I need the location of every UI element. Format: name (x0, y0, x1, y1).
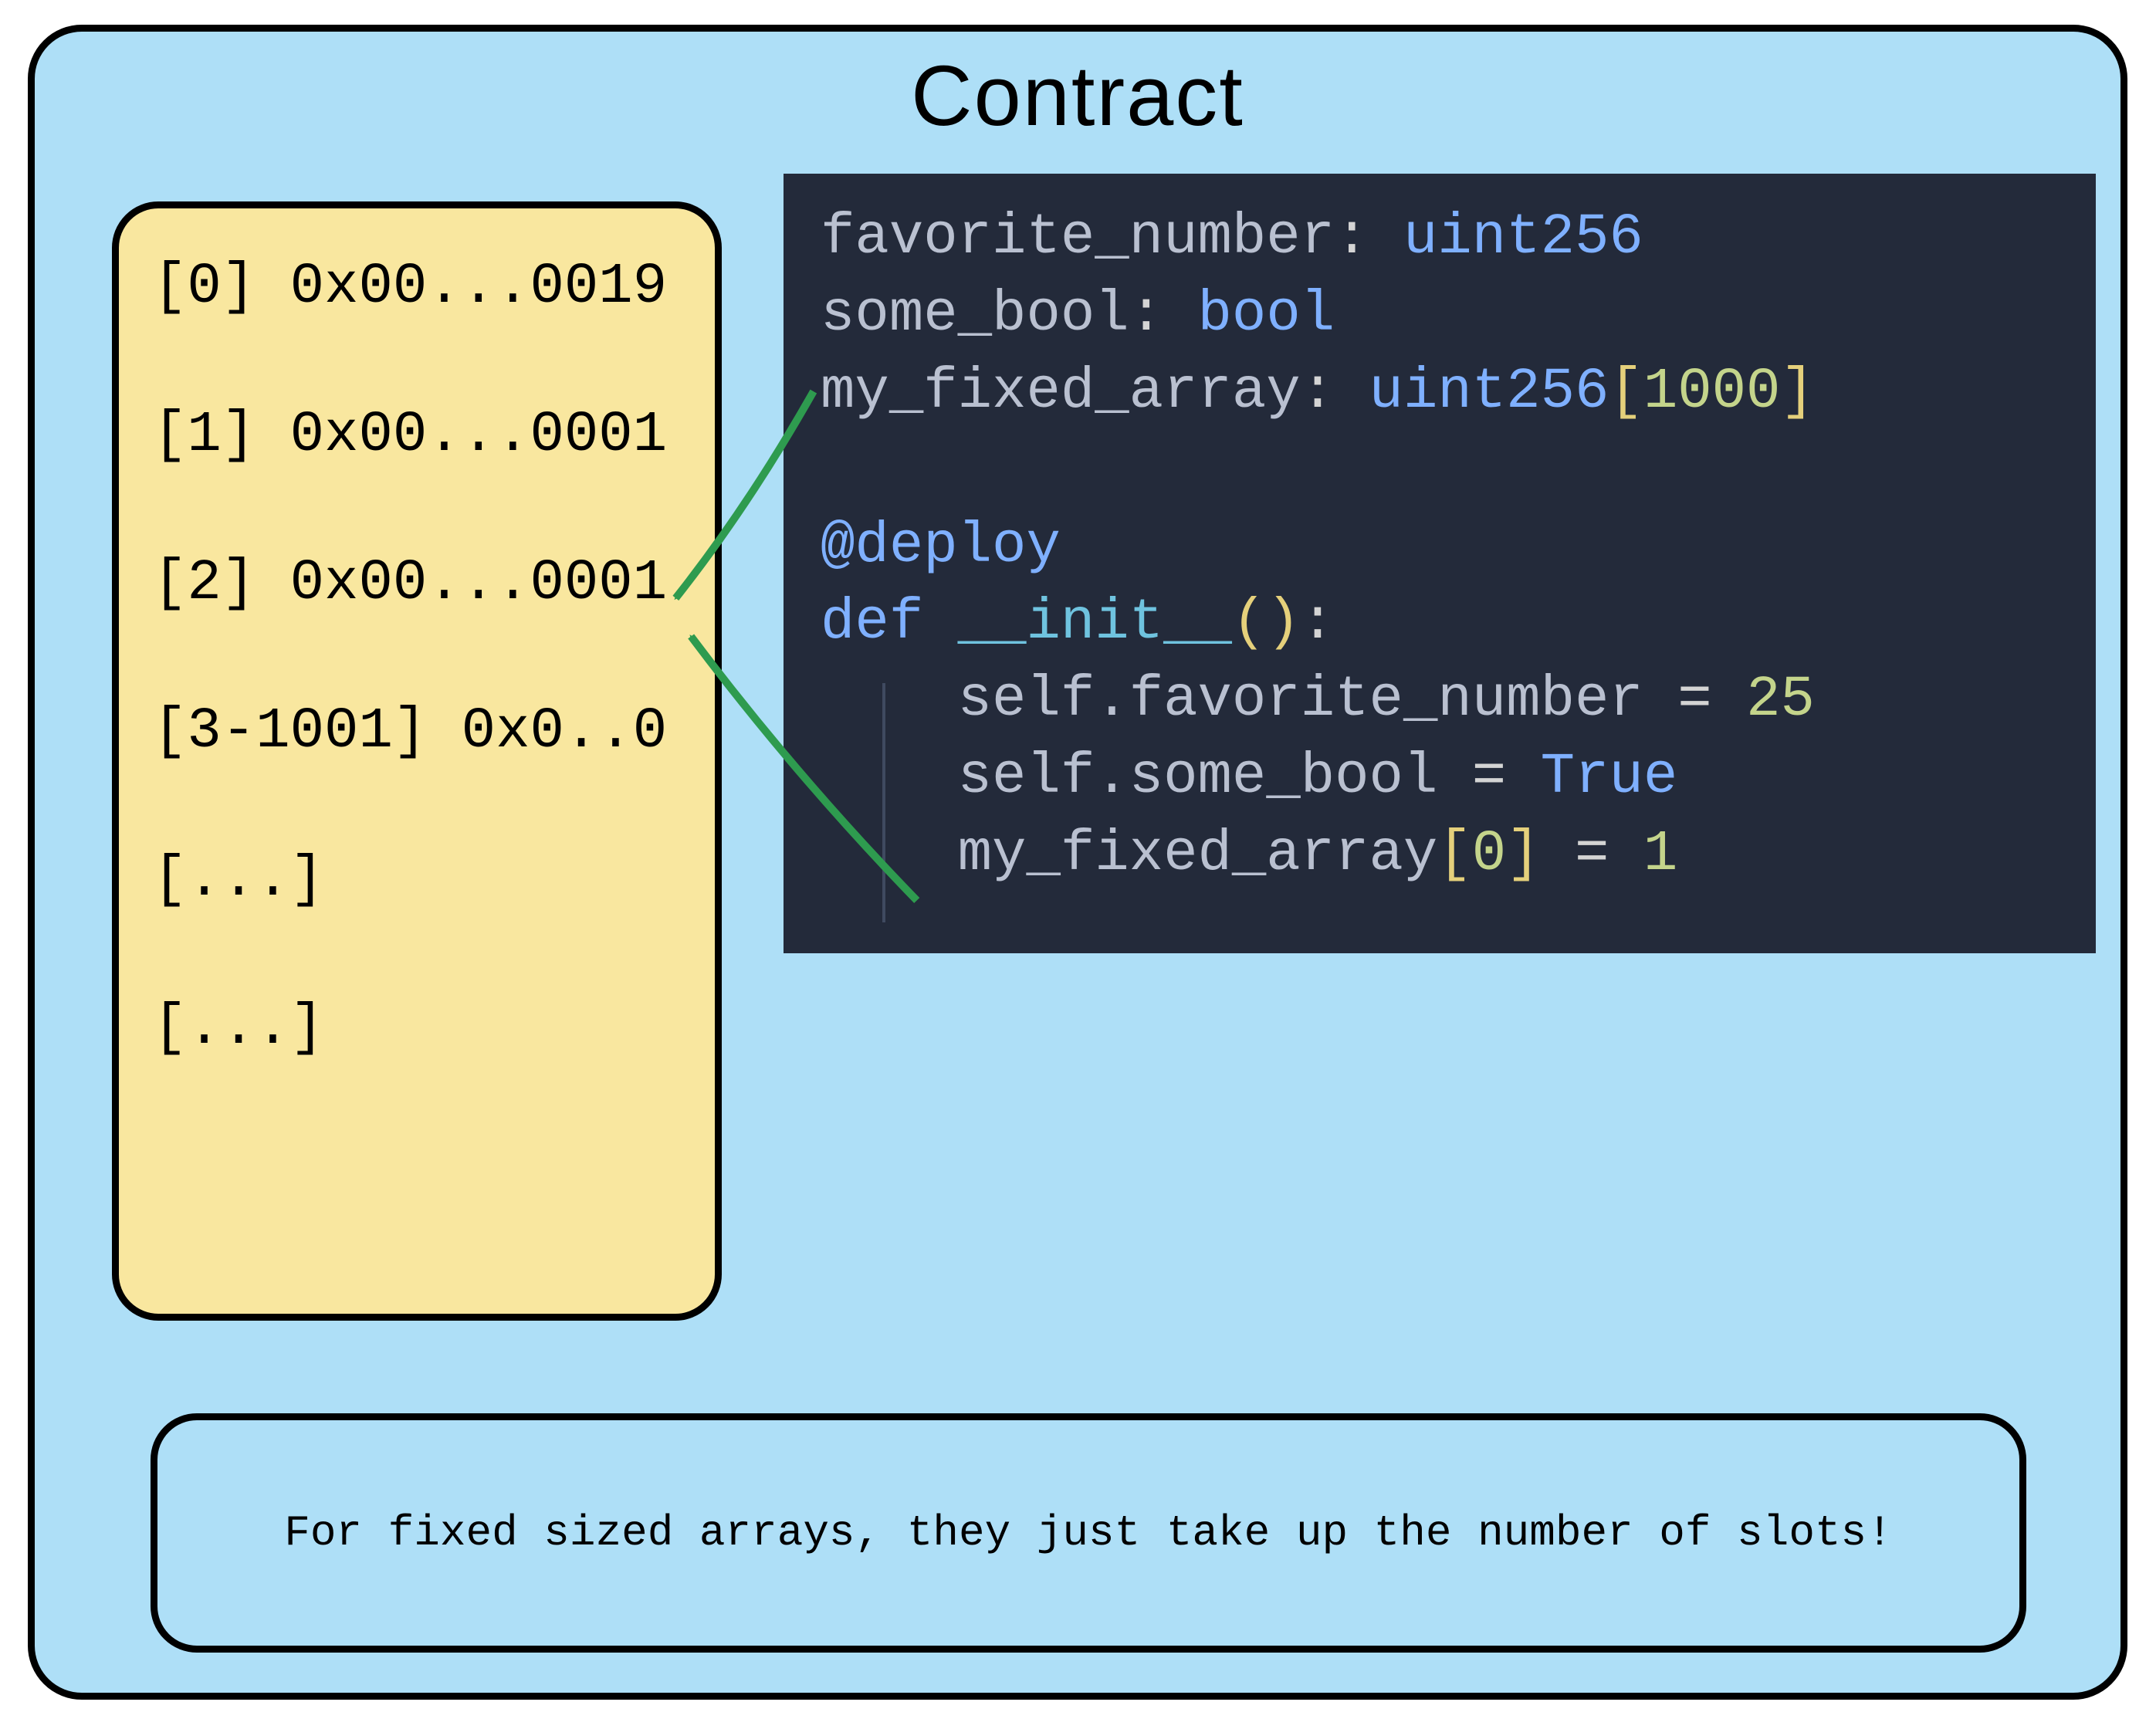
storage-row: [3-1001] 0x0..0 (153, 699, 681, 764)
code-token: bool (1198, 283, 1335, 347)
storage-row: [1] 0x00...0001 (153, 403, 681, 468)
storage-row: [...] (153, 848, 681, 912)
caption-text: For fixed sized arrays, they just take u… (284, 1508, 1893, 1558)
code-token: my_fixed_array (821, 360, 1301, 425)
code-snippet-box: favorite_number: uint256 some_bool: bool… (784, 174, 2096, 953)
code-token: 1 (1643, 822, 1677, 887)
code-token: def (821, 590, 923, 655)
indent-guide (882, 683, 885, 922)
code-token: True (1541, 745, 1678, 810)
code-token: my_fixed_array (958, 822, 1438, 887)
contract-panel: Contract [0] 0x00...0019 [1] 0x00...0001… (28, 25, 2127, 1700)
storage-row: [...] (153, 996, 681, 1061)
diagram-stage: Contract [0] 0x00...0019 [1] 0x00...0001… (0, 0, 2156, 1729)
code-token: uint256 (1369, 360, 1609, 425)
storage-row: [2] 0x00...0001 (153, 551, 681, 616)
code-token: favorite_number (1129, 668, 1643, 733)
code-token: __init__ (958, 590, 1232, 655)
panel-title: Contract (35, 47, 2120, 145)
code-token: 0 (1472, 822, 1506, 887)
storage-row: [0] 0x00...0019 (153, 255, 681, 320)
code-token: favorite_number (821, 205, 1335, 270)
code-token: some_bool (1129, 745, 1438, 810)
code-token: uint256 (1403, 205, 1643, 270)
code-content: favorite_number: uint256 some_bool: bool… (821, 200, 2059, 894)
storage-slots-box: [0] 0x00...0019 [1] 0x00...0001 [2] 0x00… (112, 201, 722, 1321)
code-token: @deploy (821, 514, 1061, 579)
code-token: 25 (1746, 668, 1815, 733)
caption-box: For fixed sized arrays, they just take u… (151, 1413, 2026, 1653)
code-token: self (958, 668, 1095, 733)
code-token: some_bool (821, 283, 1129, 347)
code-token: 1000 (1643, 360, 1781, 425)
code-token: self (958, 745, 1095, 810)
